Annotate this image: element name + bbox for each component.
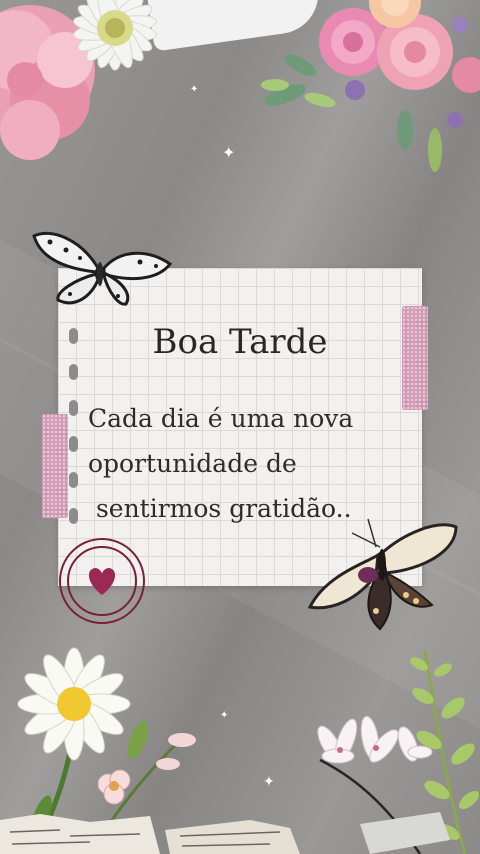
- sparkle-icon: ✦: [190, 84, 199, 95]
- binder-hole: [69, 472, 78, 488]
- swallowtail-butterfly-icon: [307, 518, 458, 631]
- message-line: Cada dia é uma nova: [88, 404, 354, 433]
- binder-hole: [69, 508, 78, 524]
- glitter-tape: [42, 414, 68, 518]
- card-title: Boa Tarde: [152, 322, 328, 362]
- glitter-tape: [402, 306, 428, 410]
- card-message: Cada dia é uma nova oportunidade de sent…: [88, 396, 408, 531]
- binder-hole: [69, 364, 78, 380]
- message-line: oportunidade de: [88, 449, 297, 478]
- sparkle-icon: ✦: [220, 710, 229, 721]
- butterfly-icon: [32, 231, 173, 306]
- binder-hole: [69, 436, 78, 452]
- newspaper-scrap: [0, 812, 450, 854]
- sparkle-icon: ✦: [222, 143, 236, 162]
- binder-hole: [69, 400, 78, 416]
- heart-icon: [88, 568, 116, 595]
- heart-badge: [59, 538, 145, 624]
- white-daisy-flower: [73, 0, 157, 71]
- sparkle-icon: ✦: [263, 774, 275, 790]
- roses-bouquet: [261, 0, 480, 172]
